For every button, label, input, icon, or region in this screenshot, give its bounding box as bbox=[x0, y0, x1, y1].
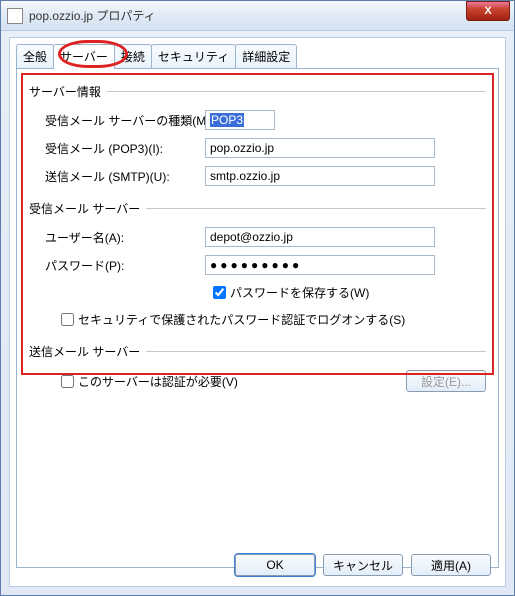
tab-strip: 全般 サーバー 接続 セキュリティ 詳細設定 bbox=[10, 38, 505, 68]
incoming-pop3-label: 受信メール (POP3)(I): bbox=[45, 140, 205, 157]
group-outgoing-label: 送信メール サーバー bbox=[29, 343, 140, 360]
settings-button[interactable]: 設定(E)... bbox=[406, 370, 486, 392]
tab-general[interactable]: 全般 bbox=[16, 44, 54, 68]
auth-required-label: このサーバーは認証が必要(V) bbox=[78, 373, 238, 390]
client-area: 全般 サーバー 接続 セキュリティ 詳細設定 サーバー情報 受信メール サーバー… bbox=[9, 37, 506, 587]
remember-password-label: パスワードを保存する(W) bbox=[230, 284, 369, 301]
password-input[interactable] bbox=[205, 255, 435, 275]
outgoing-smtp-label: 送信メール (SMTP)(U): bbox=[45, 168, 205, 185]
apply-button[interactable]: 適用(A) bbox=[411, 554, 491, 576]
remember-password-checkbox[interactable] bbox=[213, 286, 226, 299]
properties-window: pop.ozzio.jp プロパティ X 全般 サーバー 接続 セキュリティ 詳… bbox=[0, 0, 515, 596]
tab-advanced[interactable]: 詳細設定 bbox=[235, 44, 297, 68]
window-title: pop.ozzio.jp プロパティ bbox=[29, 7, 508, 24]
window-icon bbox=[7, 8, 23, 24]
incoming-type-field: POP3 bbox=[205, 110, 275, 130]
tab-panel-server: サーバー情報 受信メール サーバーの種類(M): POP3 受信メール (POP… bbox=[16, 68, 499, 568]
username-input[interactable] bbox=[205, 227, 435, 247]
auth-required-checkbox[interactable] bbox=[61, 375, 74, 388]
tab-server[interactable]: サーバー bbox=[53, 44, 115, 69]
divider bbox=[146, 351, 486, 352]
close-button[interactable]: X bbox=[466, 1, 510, 21]
group-server-info-label: サーバー情報 bbox=[29, 83, 101, 100]
cancel-button[interactable]: キャンセル bbox=[323, 554, 403, 576]
group-incoming-server: 受信メール サーバー bbox=[29, 200, 486, 217]
divider bbox=[146, 208, 486, 209]
incoming-pop3-input[interactable] bbox=[205, 138, 435, 158]
username-label: ユーザー名(A): bbox=[45, 229, 205, 246]
spa-label: セキュリティで保護されたパスワード認証でログオンする(S) bbox=[78, 311, 405, 328]
dialog-footer: OK キャンセル 適用(A) bbox=[235, 554, 491, 576]
password-label: パスワード(P): bbox=[45, 257, 205, 274]
divider bbox=[107, 91, 486, 92]
titlebar: pop.ozzio.jp プロパティ X bbox=[1, 1, 514, 31]
group-incoming-label: 受信メール サーバー bbox=[29, 200, 140, 217]
tab-connection[interactable]: 接続 bbox=[114, 44, 152, 68]
tab-security[interactable]: セキュリティ bbox=[151, 44, 236, 68]
group-server-info: サーバー情報 bbox=[29, 83, 486, 100]
spa-checkbox[interactable] bbox=[61, 313, 74, 326]
ok-button[interactable]: OK bbox=[235, 554, 315, 576]
group-outgoing-server: 送信メール サーバー bbox=[29, 343, 486, 360]
outgoing-smtp-input[interactable] bbox=[205, 166, 435, 186]
incoming-type-label: 受信メール サーバーの種類(M): bbox=[45, 112, 205, 129]
